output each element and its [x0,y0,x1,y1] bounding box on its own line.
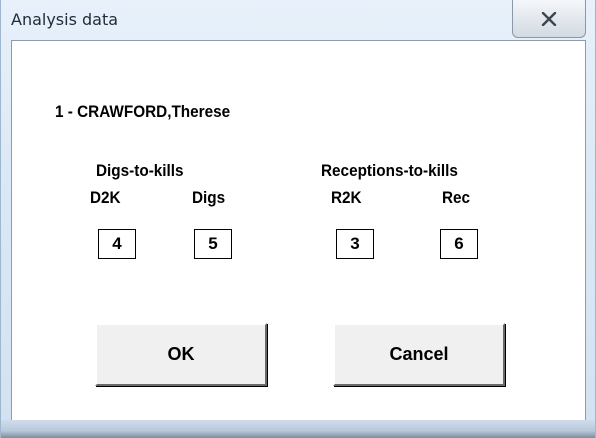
ok-button[interactable]: OK [95,323,267,386]
cancel-button[interactable]: Cancel [333,323,505,386]
close-button[interactable] [512,0,586,38]
rec-value: 6 [440,229,478,259]
rec-label: Rec [442,188,471,207]
d2k-label: D2K [90,188,121,207]
close-x-icon [541,11,557,26]
receptions-to-kills-heading: Receptions-to-kills [321,161,458,180]
dialog-client-area: 1 - CRAWFORD,Therese Digs-to-kills D2K D… [11,40,586,426]
player-label: 1 - CRAWFORD,Therese [55,102,231,121]
r2k-value: 3 [336,229,374,259]
digs-to-kills-heading: Digs-to-kills [96,161,184,180]
window-title: Analysis data [11,10,119,29]
d2k-value: 4 [98,229,136,259]
dialog-window: Analysis data 1 - CRAWFORD,Therese Digs-… [0,0,596,438]
digs-label: Digs [192,188,226,207]
r2k-label: R2K [331,188,362,207]
digs-value: 5 [194,229,232,259]
